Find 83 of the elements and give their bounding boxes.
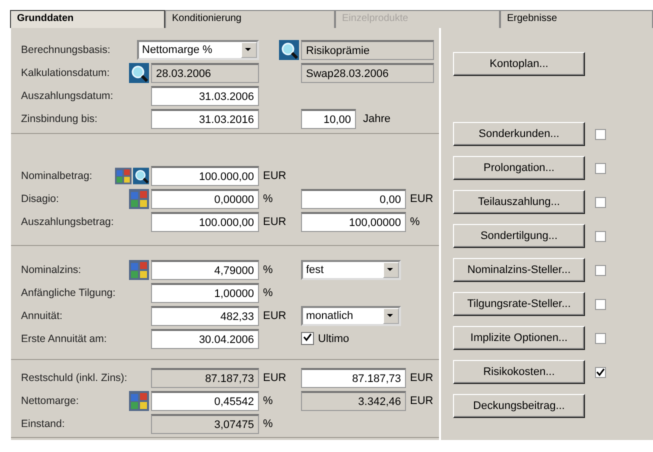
readonly-field: 28.03.2006 <box>151 62 259 82</box>
dropdown[interactable]: monatlich <box>301 306 401 326</box>
input-field[interactable]: 31.03.2016 <box>151 108 259 128</box>
input-field[interactable]: 0,00000 <box>151 188 259 208</box>
input-field[interactable]: 87.187,73 <box>301 368 406 388</box>
input-field[interactable]: 10,00 <box>301 108 356 128</box>
input-field[interactable]: 30.04.2006 <box>151 328 259 348</box>
search-icon[interactable] <box>132 166 149 186</box>
readonly-field: Risikoprämie <box>301 40 434 60</box>
checkbox[interactable] <box>595 264 606 276</box>
action-button[interactable]: Sonderkunden... <box>453 122 585 146</box>
tiles-icon[interactable] <box>129 188 149 208</box>
input-field[interactable]: 1,00000 <box>151 282 259 302</box>
tiles-icon[interactable] <box>115 166 132 186</box>
readonly-field: Swap28.03.2006 <box>301 62 434 82</box>
field-label: Auszahlungsdatum: <box>21 88 114 102</box>
action-button[interactable]: Kontoplan... <box>453 52 585 76</box>
unit-label: Jahre <box>362 112 392 124</box>
checkbox-label: Ultimo <box>318 332 350 344</box>
tab[interactable]: Grunddaten <box>10 10 165 28</box>
tab[interactable]: Konditionierung <box>165 10 335 28</box>
checkbox[interactable] <box>595 128 606 140</box>
field-label: Nominalzins: <box>21 262 82 276</box>
input-field[interactable]: 100.000,00 <box>151 212 259 232</box>
field-label: Restschuld (inkl. Zins): <box>21 370 128 384</box>
dropdown[interactable]: Nettomarge % <box>137 40 259 60</box>
action-button[interactable]: Implizite Optionen... <box>453 326 585 350</box>
readonly-field: 3.342,46 <box>301 390 406 410</box>
tab[interactable]: Ergebnisse <box>500 10 653 28</box>
unit-label: EUR <box>409 192 434 204</box>
unit-label: EUR <box>262 372 288 384</box>
search-icon[interactable] <box>279 40 299 60</box>
field-label: Nettomarge: <box>21 394 80 408</box>
field-label: Auszahlungsbetrag: <box>21 214 115 228</box>
tiles-icon[interactable] <box>129 390 149 410</box>
action-button[interactable]: Risikokosten... <box>453 360 585 384</box>
field-label: Nominalbetrag: <box>21 168 94 182</box>
checkbox[interactable] <box>595 230 606 242</box>
dropdown-arrow-button[interactable] <box>383 262 399 278</box>
input-field[interactable]: 31.03.2006 <box>151 86 259 106</box>
field-label: Einstand: <box>21 416 66 430</box>
unit-label: EUR <box>409 394 434 406</box>
unit-label: EUR <box>262 170 288 182</box>
dropdown[interactable]: fest <box>301 260 401 280</box>
checkbox[interactable] <box>595 366 606 378</box>
action-button[interactable]: Sondertilgung... <box>453 224 585 248</box>
field-label: Kalkulationsdatum: <box>21 66 111 80</box>
unit-label: % <box>262 264 274 276</box>
field-label: Anfängliche Tilgung: <box>21 286 117 300</box>
checkbox[interactable] <box>595 196 606 208</box>
unit-label: EUR <box>262 310 288 322</box>
input-field[interactable]: 0,45542 <box>151 390 259 410</box>
unit-label: EUR <box>262 216 288 228</box>
search-icon[interactable] <box>129 62 149 82</box>
unit-label: EUR <box>409 372 434 384</box>
action-button[interactable]: Prolongation... <box>453 156 585 180</box>
action-button[interactable]: Tilgungsrate-Steller... <box>453 292 585 316</box>
readonly-field: 87.187,73 <box>151 368 259 388</box>
tiles-icon[interactable] <box>129 260 149 280</box>
field-label: Zinsbindung bis: <box>21 112 98 126</box>
field-label: Erste Annuität am: <box>21 332 108 346</box>
unit-label: % <box>409 216 421 228</box>
field-label: Disagio: <box>21 192 60 206</box>
input-field[interactable]: 4,79000 <box>151 260 259 280</box>
input-field[interactable]: 100.000,00 <box>151 166 259 186</box>
input-field[interactable]: 0,00 <box>301 188 406 208</box>
unit-label: % <box>262 286 274 298</box>
dropdown-arrow-button[interactable] <box>241 42 257 58</box>
dropdown-arrow-button[interactable] <box>383 308 399 324</box>
unit-label: % <box>262 394 274 406</box>
input-field[interactable]: 482,33 <box>151 306 259 326</box>
unit-label: % <box>262 418 274 430</box>
action-button[interactable]: Teilauszahlung... <box>453 190 585 214</box>
checkbox[interactable] <box>595 332 606 344</box>
checkbox[interactable] <box>301 332 314 345</box>
unit-label: % <box>262 192 274 204</box>
checkbox[interactable] <box>595 162 606 174</box>
field-label: Annuität: <box>21 308 64 322</box>
action-button[interactable]: Nominalzins-Steller... <box>453 258 585 282</box>
action-button[interactable]: Deckungsbeitrag... <box>453 394 585 418</box>
checkbox[interactable] <box>595 298 606 310</box>
readonly-field: 3,07475 <box>151 414 259 434</box>
input-field[interactable]: 100,00000 <box>301 212 406 232</box>
